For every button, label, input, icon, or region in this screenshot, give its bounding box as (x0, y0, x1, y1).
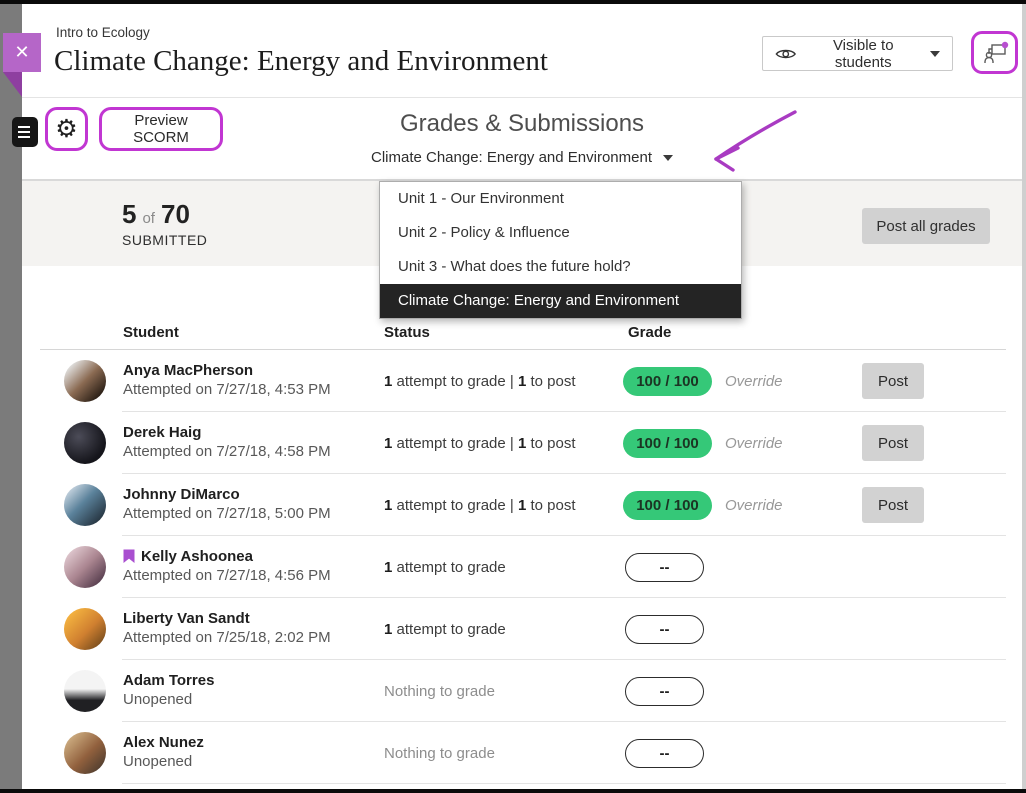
total-count: 70 (161, 199, 190, 230)
window-right-edge (1022, 4, 1026, 789)
close-icon: ✕ (14, 42, 29, 63)
profile-activity-button[interactable] (971, 31, 1018, 74)
visibility-button[interactable]: Visible to students (762, 36, 953, 71)
column-header-status: Status (384, 324, 430, 341)
window-top-edge (0, 0, 1026, 4)
table-row[interactable]: Kelly Ashoonea Attempted on 7/27/18, 4:5… (22, 536, 1022, 598)
attempt-date: Attempted on 7/27/18, 5:00 PM (123, 504, 331, 523)
content-selector[interactable]: Climate Change: Energy and Environment (22, 148, 1022, 167)
content-dropdown: Unit 1 - Our Environment Unit 2 - Policy… (379, 181, 742, 319)
grade-pill[interactable]: -- (625, 553, 704, 582)
avatar (64, 422, 106, 464)
grade-pill[interactable]: -- (625, 739, 704, 768)
course-label: Intro to Ecology (56, 25, 150, 40)
avatar (64, 670, 106, 712)
attempt-date: Attempted on 7/27/18, 4:56 PM (123, 566, 331, 585)
student-name: Kelly Ashoonea (123, 547, 331, 566)
submissions-table: Anya MacPherson Attempted on 7/27/18, 4:… (22, 350, 1022, 788)
avatar (64, 546, 106, 588)
override-label: Override (725, 412, 783, 474)
attempt-date: Attempted on 7/27/18, 4:53 PM (123, 380, 331, 399)
submitted-caption: SUBMITTED (122, 232, 207, 248)
annotation-arrow (700, 106, 798, 176)
table-row[interactable]: Anya MacPherson Attempted on 7/27/18, 4:… (22, 350, 1022, 412)
eye-icon (775, 47, 797, 61)
attempt-date: Attempted on 7/27/18, 4:58 PM (123, 442, 331, 461)
avatar (64, 608, 106, 650)
student-name: Liberty Van Sandt (123, 609, 331, 628)
panel-title: Grades & Submissions (22, 110, 1022, 138)
post-all-grades-button[interactable]: Post all grades (862, 208, 990, 244)
table-row[interactable]: Alex Nunez Unopened Nothing to grade -- (22, 722, 1022, 784)
status-text: 1 attempt to grade | 1 to post (384, 474, 576, 536)
attempt-date: Unopened (123, 752, 204, 771)
student-name: Anya MacPherson (123, 361, 331, 380)
column-header-student: Student (123, 324, 179, 341)
menu-button[interactable] (12, 117, 38, 147)
close-button[interactable]: ✕ (3, 33, 41, 72)
attempt-date: Unopened (123, 690, 214, 709)
table-row[interactable]: Johnny DiMarco Attempted on 7/27/18, 5:0… (22, 474, 1022, 536)
table-row[interactable]: Adam Torres Unopened Nothing to grade -- (22, 660, 1022, 722)
status-text: Nothing to grade (384, 722, 495, 784)
profile-activity-icon (981, 40, 1009, 66)
row-divider (122, 783, 1006, 784)
post-button[interactable]: Post (862, 425, 924, 461)
chevron-down-icon (663, 155, 673, 161)
column-header-grade: Grade (628, 324, 671, 341)
flag-icon (123, 549, 135, 564)
avatar (64, 484, 106, 526)
window-bottom-edge (0, 789, 1026, 793)
status-text: Nothing to grade (384, 660, 495, 722)
submitted-count: 5 (122, 199, 136, 230)
header-divider (22, 97, 1022, 98)
status-text: 1 attempt to grade (384, 598, 506, 660)
of-label: of (142, 210, 155, 227)
table-row[interactable]: Liberty Van Sandt Attempted on 7/25/18, … (22, 598, 1022, 660)
hamburger-icon (18, 126, 30, 128)
status-text: 1 attempt to grade | 1 to post (384, 412, 576, 474)
table-row[interactable]: Derek Haig Attempted on 7/27/18, 4:58 PM… (22, 412, 1022, 474)
dropdown-item-unit3[interactable]: Unit 3 - What does the future hold? (380, 250, 741, 284)
student-name: Johnny DiMarco (123, 485, 331, 504)
status-text: 1 attempt to grade | 1 to post (384, 350, 576, 412)
student-name: Adam Torres (123, 671, 214, 690)
student-name: Derek Haig (123, 423, 331, 442)
student-name: Alex Nunez (123, 733, 204, 752)
dropdown-item-unit2[interactable]: Unit 2 - Policy & Influence (380, 216, 741, 250)
avatar (64, 360, 106, 402)
dropdown-item-selected[interactable]: Climate Change: Energy and Environment (380, 284, 741, 318)
grade-pill[interactable]: -- (625, 677, 704, 706)
grade-pill[interactable]: 100 / 100 (623, 491, 712, 520)
avatar (64, 732, 106, 774)
grade-pill[interactable]: 100 / 100 (623, 367, 712, 396)
grade-pill[interactable]: 100 / 100 (623, 429, 712, 458)
chevron-down-icon (930, 51, 940, 57)
attempt-date: Attempted on 7/25/18, 2:02 PM (123, 628, 331, 647)
override-label: Override (725, 474, 783, 536)
app-window: ✕ Intro to Ecology Climate Change: Energ… (0, 0, 1026, 793)
dropdown-item-unit1[interactable]: Unit 1 - Our Environment (380, 182, 741, 216)
page-title: Climate Change: Energy and Environment (54, 45, 548, 78)
grade-pill[interactable]: -- (625, 615, 704, 644)
content-selector-label: Climate Change: Energy and Environment (371, 149, 652, 166)
visibility-label: Visible to students (807, 37, 921, 71)
override-label: Override (725, 350, 783, 412)
status-text: 1 attempt to grade (384, 536, 506, 598)
notification-dot (1001, 41, 1007, 47)
submitted-summary: 5 of 70 SUBMITTED (122, 199, 207, 248)
post-button[interactable]: Post (862, 487, 924, 523)
post-button[interactable]: Post (862, 363, 924, 399)
